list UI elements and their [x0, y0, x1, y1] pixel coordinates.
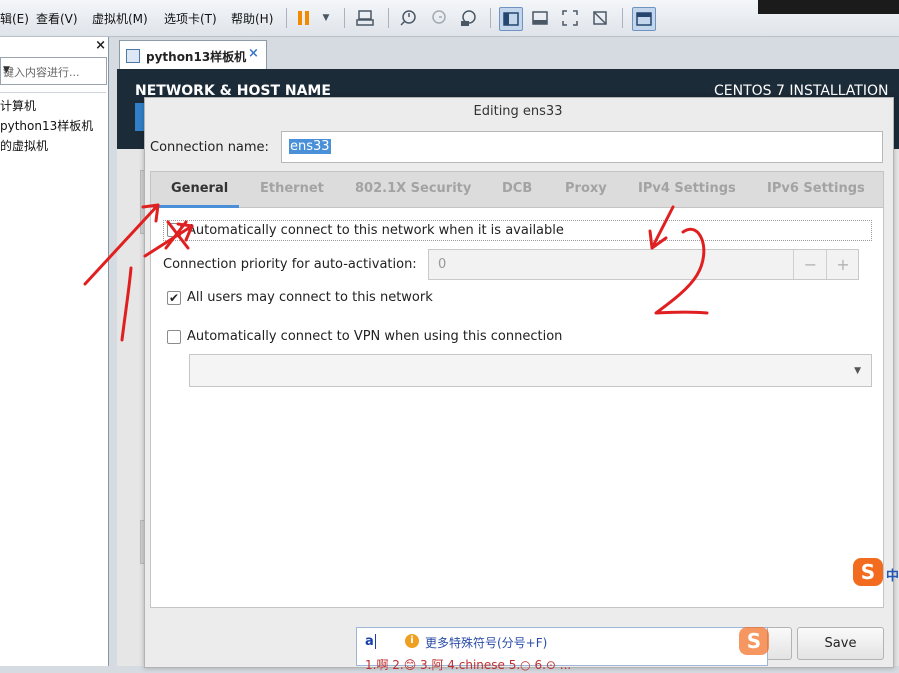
dialog-title: Editing ens33 — [473, 104, 563, 119]
notification-popup — [758, 0, 899, 14]
sidebar-view-icon[interactable] — [499, 7, 523, 31]
tree-item-computer[interactable]: 计算机 — [0, 97, 36, 114]
tree-item-vm[interactable]: 的虚拟机 — [0, 137, 48, 154]
tab-proxy[interactable]: Proxy — [565, 181, 607, 196]
toolbar-separator — [286, 8, 287, 28]
toolbar-separator — [490, 8, 491, 28]
toolbar-separator — [344, 8, 345, 28]
chevron-down-icon[interactable]: ▼ — [315, 7, 337, 29]
ime-language-indicator[interactable]: 中 — [886, 565, 899, 584]
unity-icon[interactable] — [589, 7, 611, 29]
pause-icon[interactable] — [293, 7, 315, 29]
info-icon: i — [405, 634, 419, 648]
ime-candidates[interactable]: 1.啊 2.😊 3.阿 4.chinese 5.○ 6.⊙ ... — [365, 656, 571, 673]
revert-snapshot-icon[interactable] — [427, 7, 449, 29]
library-tree: 计算机 python13样板机 的虚拟机 — [0, 92, 106, 663]
menu-view[interactable]: 查看(V) — [36, 10, 78, 27]
menu-vm[interactable]: 虚拟机(M) — [92, 10, 148, 27]
all-users-label[interactable]: All users may connect to this network — [187, 290, 433, 305]
tab-ipv4-settings[interactable]: IPv4 Settings — [638, 181, 736, 196]
menu-tabs[interactable]: 选项卡(T) — [164, 10, 217, 27]
chevron-down-icon[interactable]: ▼ — [3, 65, 102, 75]
tab-ipv6-settings[interactable]: IPv6 Settings — [767, 181, 865, 196]
vpn-checkbox[interactable] — [167, 330, 181, 344]
priority-decrement-button[interactable]: − — [793, 250, 827, 279]
sogou-watermark-icon: S — [739, 627, 769, 655]
priority-increment-button[interactable]: + — [826, 250, 859, 279]
toolbar-separator — [622, 8, 623, 28]
ime-hint[interactable]: 更多特殊符号(分号+F) — [425, 634, 547, 651]
vpn-label[interactable]: Automatically connect to VPN when using … — [187, 329, 562, 344]
menu-edit[interactable]: 辑(E) — [0, 10, 29, 27]
tab-general[interactable]: General — [171, 181, 228, 196]
sogou-logo-icon[interactable]: S — [853, 558, 883, 586]
tab-ethernet[interactable]: Ethernet — [260, 181, 324, 196]
library-search-input[interactable]: 键入内容进行... ▼ — [0, 57, 107, 85]
snapshot-manager-icon[interactable] — [457, 7, 479, 29]
auto-connect-checkbox[interactable] — [167, 223, 181, 237]
priority-label: Connection priority for auto-activation: — [163, 257, 417, 272]
priority-value: 0 — [438, 257, 447, 272]
toolbar-separator — [388, 8, 389, 28]
chevron-down-icon: ▼ — [854, 366, 861, 376]
tab-8021x-security[interactable]: 802.1X Security — [355, 181, 471, 196]
save-button[interactable]: Save — [797, 627, 884, 660]
check-icon: ✔ — [168, 291, 180, 305]
menu-help[interactable]: 帮助(H) — [231, 10, 273, 27]
tab-dcb[interactable]: DCB — [502, 181, 532, 196]
all-users-checkbox[interactable]: ✔ — [167, 291, 181, 305]
vm-tab-label: python13样板机 — [146, 50, 247, 64]
vm-tab[interactable]: python13样板机 × — [119, 40, 267, 70]
connection-name-label: Connection name: — [150, 140, 269, 155]
library-view-icon[interactable] — [632, 7, 656, 31]
tree-item-python13[interactable]: python13样板机 — [0, 117, 93, 134]
console-view-icon[interactable] — [529, 7, 551, 29]
snapshot-icon[interactable] — [397, 7, 419, 29]
send-keys-icon[interactable] — [354, 7, 376, 29]
fullscreen-icon[interactable] — [559, 7, 581, 29]
auto-connect-label[interactable]: Automatically connect to this network wh… — [187, 223, 564, 238]
close-icon[interactable]: × — [248, 46, 259, 61]
ime-candidate-window: a i 更多特殊符号(分号+F) 1.啊 2.😊 3.阿 4.chinese 5… — [356, 627, 768, 672]
connection-name-value: ens33 — [289, 139, 331, 154]
vpn-select[interactable]: ▼ — [189, 354, 872, 387]
ime-composition-text: a — [365, 634, 376, 649]
priority-stepper[interactable]: 0 − + — [428, 249, 859, 280]
close-icon[interactable]: × — [95, 38, 106, 53]
vm-icon — [126, 49, 140, 63]
connection-name-input[interactable]: ens33 — [281, 131, 883, 163]
